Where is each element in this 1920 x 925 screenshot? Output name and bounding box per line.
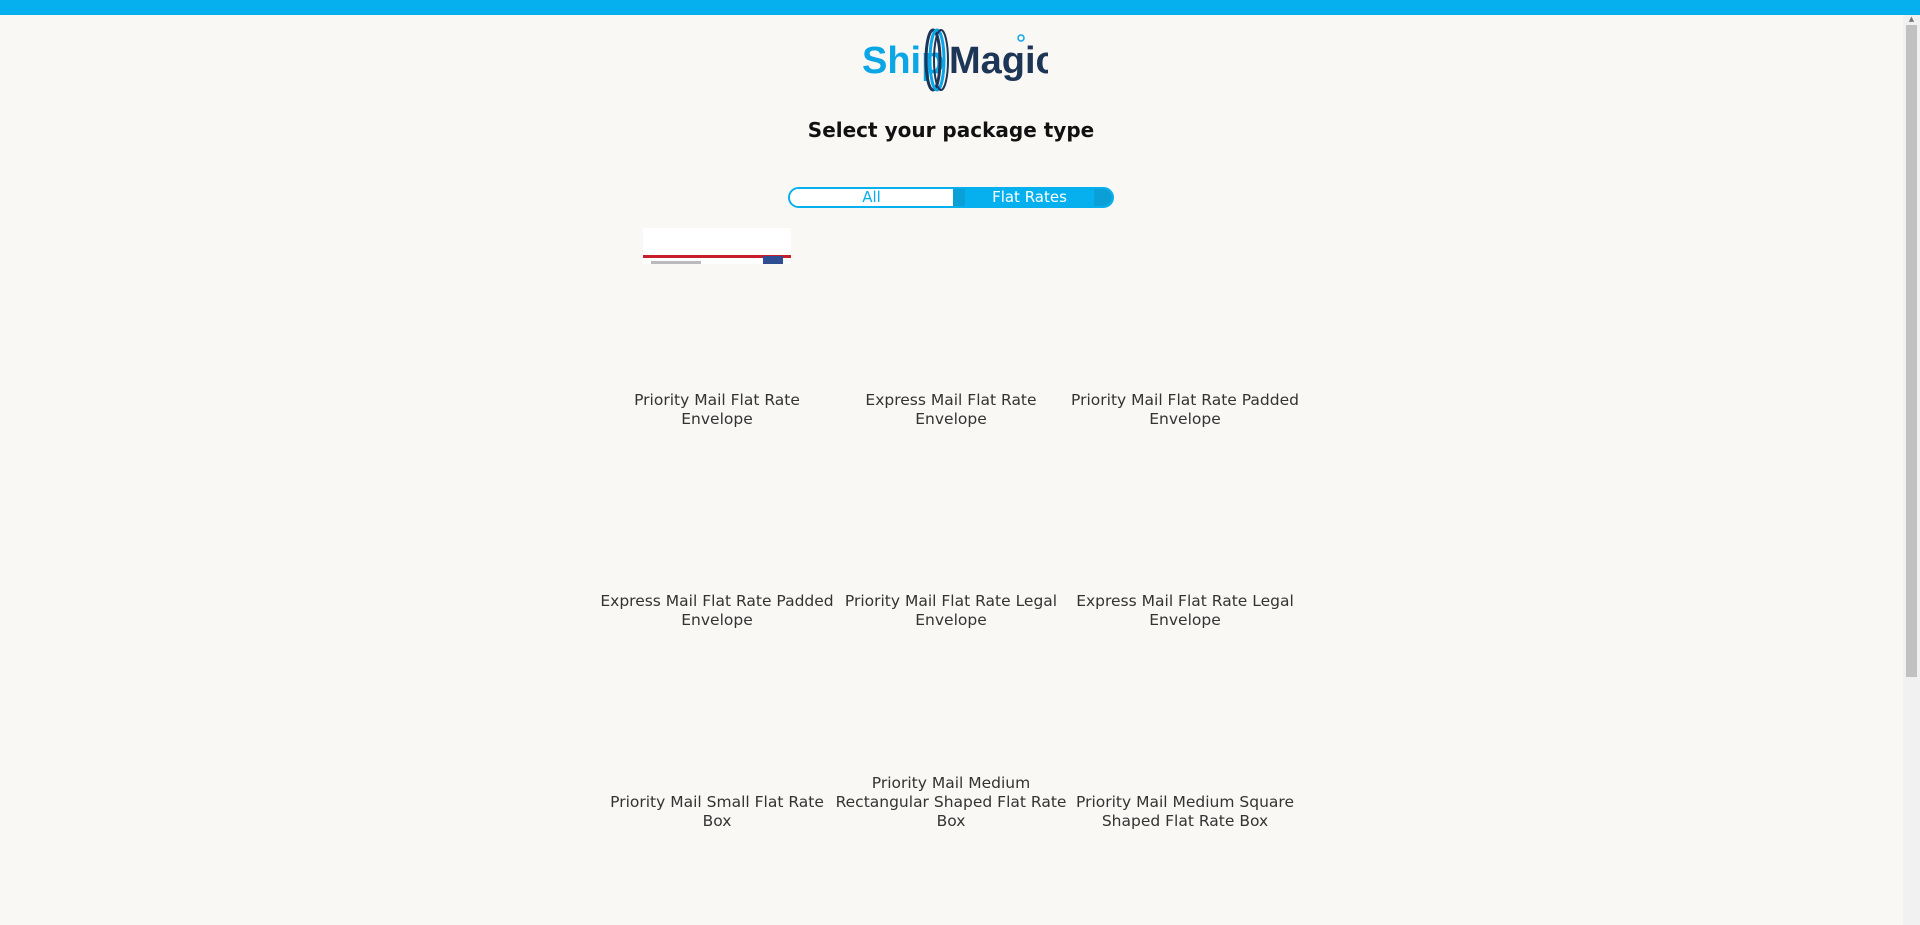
package-label: Express Mail Flat Rate Padded Envelope	[600, 592, 834, 629]
package-label: Priority Mail Small Flat Rate Box	[610, 793, 824, 830]
package-card[interactable]: Express Mail Flat Rate Padded Envelope	[600, 429, 834, 630]
package-label: Priority Mail Medium Square Shaped Flat …	[1076, 793, 1294, 830]
envelope-thumbnail	[643, 228, 791, 264]
package-card[interactable]: Express Mail Flat Rate Legal Envelope	[1068, 429, 1302, 630]
top-accent-bar	[0, 0, 1920, 15]
scrollbar-thumb[interactable]	[1906, 25, 1917, 677]
package-label: Priority Mail Flat Rate Padded Envelope	[1071, 391, 1299, 428]
shipmagic-logo: Ship Magic	[858, 26, 1048, 94]
package-label: Express Mail Flat Rate Legal Envelope	[1076, 592, 1294, 629]
package-card[interactable]: Priority Mail Flat Rate Envelope	[600, 228, 834, 429]
logo-mark: Ship Magic	[862, 28, 1048, 92]
package-card[interactable]: Priority Mail Small Flat Rate Box	[600, 630, 834, 831]
package-grid: Priority Mail Flat Rate Envelope Express…	[600, 228, 1300, 831]
package-card[interactable]: Priority Mail Flat Rate Padded Envelope	[1068, 228, 1302, 429]
package-card[interactable]: Priority Mail Medium Square Shaped Flat …	[1068, 630, 1302, 831]
package-filter-toggle[interactable]: All Flat Rates	[788, 187, 1114, 208]
package-card[interactable]: Priority Mail Flat Rate Legal Envelope	[834, 429, 1068, 630]
package-label: Priority Mail Medium Rectangular Shaped …	[835, 774, 1067, 830]
svg-text:Magic: Magic	[949, 40, 1048, 82]
scroll-up-arrow-icon[interactable]: ▲	[1906, 15, 1917, 24]
package-label: Priority Mail Flat Rate Legal Envelope	[844, 592, 1058, 629]
toggle-all-option[interactable]: All	[790, 189, 953, 206]
vertical-scrollbar[interactable]: ▲	[1903, 15, 1920, 925]
page-title: Select your package type	[807, 118, 1095, 142]
package-card[interactable]: Express Mail Flat Rate Envelope	[834, 228, 1068, 429]
package-label: Express Mail Flat Rate Envelope	[865, 391, 1037, 428]
package-label: Priority Mail Flat Rate Envelope	[634, 391, 800, 428]
toggle-flat-rates-option[interactable]: Flat Rates	[953, 189, 1112, 206]
package-card[interactable]: Priority Mail Medium Rectangular Shaped …	[834, 630, 1068, 831]
